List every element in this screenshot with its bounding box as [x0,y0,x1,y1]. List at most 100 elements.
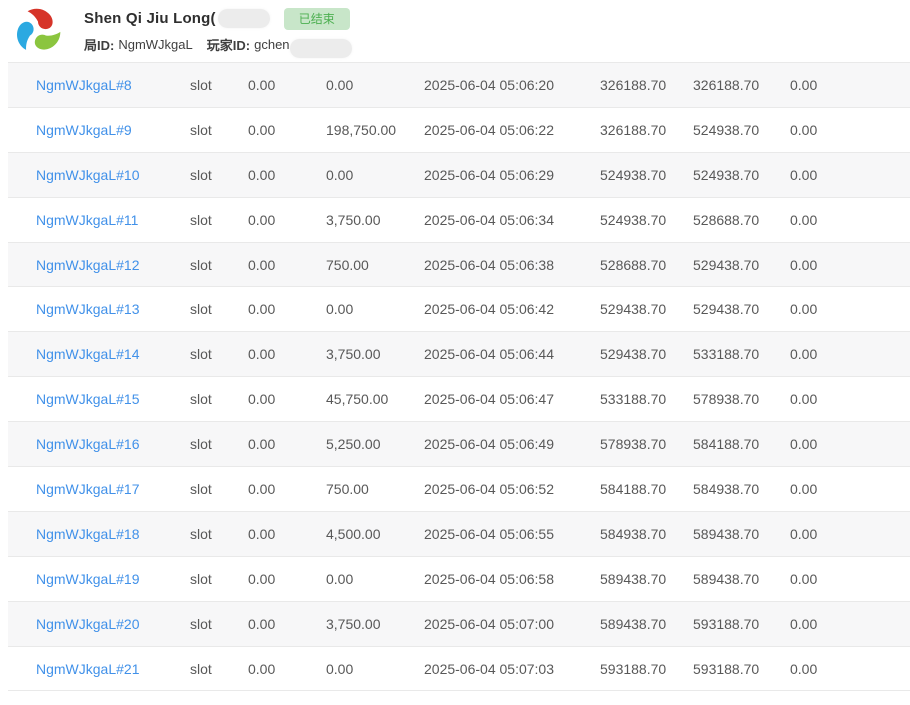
amount-cell-2: 4,500.00 [326,526,424,542]
round-id-link[interactable]: NgmWJkgaL#10 [8,167,190,183]
game-header: Shen Qi Jiu Long( 已结束 局ID: NgmWJkgaL 玩家I… [0,0,910,62]
balance-before-cell: 584938.70 [600,526,693,542]
amount-cell-2: 0.00 [326,661,424,677]
game-logo-icon [12,5,64,57]
balance-before-cell: 589438.70 [600,616,693,632]
amount-cell-3: 0.00 [790,526,910,542]
redacted-title-suffix [218,9,270,28]
balance-before-cell: 529438.70 [600,346,693,362]
timestamp-cell: 2025-06-04 05:06:58 [424,571,600,587]
amount-cell-1: 0.00 [248,526,326,542]
amount-cell-1: 0.00 [248,257,326,273]
game-type-cell: slot [190,77,248,93]
amount-cell-1: 0.00 [248,571,326,587]
round-id-link[interactable]: NgmWJkgaL#11 [8,212,190,228]
amount-cell-2: 0.00 [326,77,424,93]
timestamp-cell: 2025-06-04 05:06:44 [424,346,600,362]
amount-cell-3: 0.00 [790,301,910,317]
balance-before-cell: 326188.70 [600,77,693,93]
round-id-link[interactable]: NgmWJkgaL#17 [8,481,190,497]
balance-before-cell: 326188.70 [600,122,693,138]
balance-after-cell: 528688.70 [693,212,790,228]
table-row: NgmWJkgaL#16 slot 0.00 5,250.00 2025-06-… [8,422,910,467]
amount-cell-1: 0.00 [248,301,326,317]
table-row: NgmWJkgaL#19 slot 0.00 0.00 2025-06-04 0… [8,557,910,602]
round-id-value: NgmWJkgaL [118,37,192,52]
timestamp-cell: 2025-06-04 05:07:00 [424,616,600,632]
amount-cell-3: 0.00 [790,571,910,587]
balance-after-cell: 593188.70 [693,616,790,632]
amount-cell-1: 0.00 [248,167,326,183]
balance-before-cell: 578938.70 [600,436,693,452]
table-row: NgmWJkgaL#20 slot 0.00 3,750.00 2025-06-… [8,602,910,647]
amount-cell-2: 5,250.00 [326,436,424,452]
table-row: NgmWJkgaL#11 slot 0.00 3,750.00 2025-06-… [8,198,910,243]
round-id-link[interactable]: NgmWJkgaL#21 [8,661,190,677]
balance-before-cell: 529438.70 [600,301,693,317]
game-type-cell: slot [190,257,248,273]
balance-after-cell: 529438.70 [693,257,790,273]
balance-after-cell: 593188.70 [693,661,790,677]
timestamp-cell: 2025-06-04 05:06:47 [424,391,600,407]
game-type-cell: slot [190,346,248,362]
game-type-cell: slot [190,571,248,587]
game-type-cell: slot [190,481,248,497]
timestamp-cell: 2025-06-04 05:06:20 [424,77,600,93]
amount-cell-2: 0.00 [326,301,424,317]
game-type-cell: slot [190,167,248,183]
balance-before-cell: 533188.70 [600,391,693,407]
game-type-cell: slot [190,526,248,542]
amount-cell-1: 0.00 [248,616,326,632]
amount-cell-2: 3,750.00 [326,346,424,362]
amount-cell-1: 0.00 [248,346,326,362]
balance-after-cell: 584938.70 [693,481,790,497]
timestamp-cell: 2025-06-04 05:06:55 [424,526,600,542]
player-id-label: 玩家ID: [207,35,250,54]
table-row: NgmWJkgaL#14 slot 0.00 3,750.00 2025-06-… [8,332,910,377]
table-row: NgmWJkgaL#13 slot 0.00 0.00 2025-06-04 0… [8,287,910,332]
round-id-link[interactable]: NgmWJkgaL#14 [8,346,190,362]
timestamp-cell: 2025-06-04 05:06:38 [424,257,600,273]
amount-cell-1: 0.00 [248,212,326,228]
round-id-link[interactable]: NgmWJkgaL#18 [8,526,190,542]
game-type-cell: slot [190,436,248,452]
amount-cell-2: 0.00 [326,167,424,183]
table-row: NgmWJkgaL#8 slot 0.00 0.00 2025-06-04 05… [8,63,910,108]
round-id-link[interactable]: NgmWJkgaL#8 [8,77,190,93]
table-row: NgmWJkgaL#18 slot 0.00 4,500.00 2025-06-… [8,512,910,557]
round-id-link[interactable]: NgmWJkgaL#12 [8,257,190,273]
game-type-cell: slot [190,122,248,138]
timestamp-cell: 2025-06-04 05:06:49 [424,436,600,452]
timestamp-cell: 2025-06-04 05:06:29 [424,167,600,183]
game-type-cell: slot [190,301,248,317]
table-row: NgmWJkgaL#10 slot 0.00 0.00 2025-06-04 0… [8,153,910,198]
round-id-link[interactable]: NgmWJkgaL#15 [8,391,190,407]
player-id-value: gchen [254,37,289,52]
amount-cell-3: 0.00 [790,661,910,677]
balance-before-cell: 524938.70 [600,212,693,228]
balance-after-cell: 533188.70 [693,346,790,362]
balance-after-cell: 326188.70 [693,77,790,93]
round-id-link[interactable]: NgmWJkgaL#9 [8,122,190,138]
balance-before-cell: 593188.70 [600,661,693,677]
balance-after-cell: 589438.70 [693,571,790,587]
timestamp-cell: 2025-06-04 05:06:42 [424,301,600,317]
amount-cell-3: 0.00 [790,481,910,497]
amount-cell-3: 0.00 [790,167,910,183]
round-id-link[interactable]: NgmWJkgaL#19 [8,571,190,587]
round-id-link[interactable]: NgmWJkgaL#13 [8,301,190,317]
amount-cell-3: 0.00 [790,346,910,362]
balance-after-cell: 529438.70 [693,301,790,317]
round-id-link[interactable]: NgmWJkgaL#20 [8,616,190,632]
table-row: NgmWJkgaL#12 slot 0.00 750.00 2025-06-04… [8,243,910,288]
amount-cell-2: 0.00 [326,571,424,587]
amount-cell-3: 0.00 [790,391,910,407]
balance-before-cell: 584188.70 [600,481,693,497]
round-id-label: 局ID: [84,35,114,54]
round-id-link[interactable]: NgmWJkgaL#16 [8,436,190,452]
amount-cell-2: 750.00 [326,257,424,273]
amount-cell-1: 0.00 [248,661,326,677]
amount-cell-1: 0.00 [248,77,326,93]
amount-cell-3: 0.00 [790,122,910,138]
game-type-cell: slot [190,661,248,677]
